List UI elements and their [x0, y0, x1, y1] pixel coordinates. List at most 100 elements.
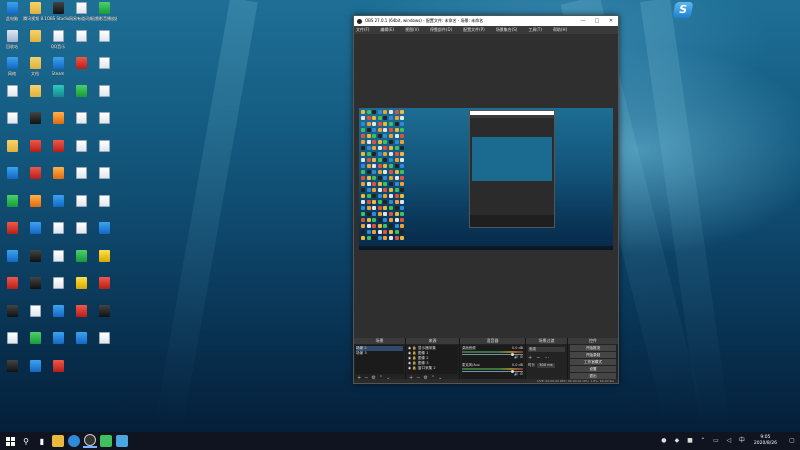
desktop-icon[interactable]	[0, 249, 24, 264]
taskbar-app-explorer[interactable]	[51, 434, 65, 448]
network-icon[interactable]: ▭	[712, 437, 720, 445]
volume-slider[interactable]	[462, 353, 523, 356]
desktop-icon[interactable]	[23, 112, 47, 126]
clock[interactable]: 9:05 2020/8/26	[754, 435, 777, 447]
desktop-icon[interactable]	[23, 194, 47, 209]
taskbar-app-obs[interactable]	[83, 434, 97, 448]
desktop-icon[interactable]	[69, 332, 93, 346]
desktop-icon[interactable]	[46, 304, 70, 319]
desktop-icon[interactable]	[46, 112, 70, 126]
desktop-icon[interactable]	[69, 84, 93, 99]
visibility-icon[interactable]: ◉ 🔒	[408, 361, 418, 365]
app-logo-icon[interactable]: S	[672, 2, 694, 18]
desktop-icon[interactable]	[0, 167, 24, 181]
desktop-icon[interactable]	[0, 194, 24, 209]
desktop-icon[interactable]: QQ音乐	[46, 29, 70, 49]
desktop-icon[interactable]: 网易有道词典	[69, 2, 93, 21]
transition-settings-icon[interactable]: ⋯	[544, 355, 549, 361]
source-item[interactable]: ◉ 🔒 窗口采集 2	[408, 366, 457, 371]
sources-list[interactable]: ◉ 🔒 显示器采集 ◉ 🔒 图像 1 ◉ 🔒 图像 2 ◉ 🔒 图像 3 ◉ 🔒 窗口采…	[407, 345, 458, 374]
menu-item[interactable]: 停靠部件(D)	[430, 27, 452, 33]
desktop-icon[interactable]	[69, 57, 93, 71]
desktop-icon[interactable]	[46, 84, 70, 99]
remove-transition-icon[interactable]: −	[536, 355, 540, 361]
menu-item[interactable]: 编辑(E)	[380, 27, 394, 33]
maximize-icon[interactable]: □	[590, 16, 604, 26]
tray-app-icon[interactable]: ●	[660, 437, 668, 445]
desktop-icon[interactable]	[92, 222, 116, 236]
show-hidden-icons-icon[interactable]: ⌃	[699, 437, 707, 445]
desktop-icon[interactable]	[92, 29, 116, 44]
desktop-icon[interactable]: 迅雷影音播放器	[91, 2, 117, 21]
desktop-icon[interactable]: Steam	[46, 57, 70, 76]
desktop-icon[interactable]	[0, 222, 24, 236]
tray-app-icon[interactable]: ◆	[673, 437, 681, 445]
desktop-icon[interactable]	[46, 222, 70, 236]
desktop-icon[interactable]	[0, 84, 24, 99]
control-button[interactable]: 工作室模式	[570, 359, 616, 365]
desktop-icon[interactable]	[23, 277, 47, 291]
visibility-icon[interactable]: ◉ 🔒	[408, 346, 418, 350]
visibility-icon[interactable]: ◉ 🔒	[408, 366, 418, 370]
desktop-icon[interactable]	[46, 194, 70, 209]
menu-item[interactable]: 配置文件(P)	[463, 27, 485, 33]
desktop-icon[interactable]	[23, 249, 47, 264]
taskbar-app-image[interactable]	[115, 434, 129, 448]
control-button[interactable]: 设置	[570, 366, 616, 372]
control-button[interactable]: 开始推流	[570, 345, 616, 351]
scene-item[interactable]: 场景 3	[356, 351, 403, 356]
obs-window[interactable]: OBS 27.0.1 (64bit, windows) - 配置文件: 未命名 …	[353, 15, 619, 384]
desktop-icon[interactable]	[69, 222, 93, 236]
desktop-icon[interactable]	[92, 139, 116, 154]
desktop-icon[interactable]	[23, 167, 47, 181]
obs-title-bar[interactable]: OBS 27.0.1 (64bit, windows) - 配置文件: 未命名 …	[354, 16, 618, 26]
desktop-icon[interactable]: 网络	[0, 57, 24, 76]
desktop-icon[interactable]	[92, 167, 116, 181]
mute-icon[interactable]: 🔊 ⚙	[514, 372, 523, 376]
desktop-icon[interactable]	[23, 304, 47, 319]
desktop-icon[interactable]: 此电脑	[0, 2, 24, 21]
desktop-icon[interactable]	[92, 332, 116, 346]
transition-select[interactable]: 渐变	[528, 347, 565, 352]
control-button[interactable]: 开始录制	[570, 352, 616, 358]
desktop-icon[interactable]	[92, 277, 116, 291]
desktop-icon[interactable]	[69, 139, 93, 154]
desktop-icon[interactable]	[0, 139, 24, 154]
desktop-icon[interactable]	[69, 112, 93, 126]
desktop-icon[interactable]	[92, 84, 116, 99]
menu-item[interactable]: 帮助(H)	[553, 27, 567, 33]
desktop-icon[interactable]	[92, 249, 116, 264]
desktop-icon[interactable]	[92, 112, 116, 126]
desktop-icon[interactable]: OBS Studio	[46, 2, 70, 21]
volume-icon[interactable]: ◁	[725, 437, 733, 445]
desktop-icon[interactable]	[69, 194, 93, 209]
notification-icon[interactable]: ▢	[788, 437, 796, 445]
volume-slider-handle[interactable]	[510, 353, 514, 356]
desktop-icon[interactable]	[0, 359, 24, 374]
desktop-icon[interactable]	[46, 139, 70, 154]
menu-item[interactable]: 场景集合(S)	[496, 27, 518, 33]
desktop-icon[interactable]	[46, 332, 70, 346]
desktop-icon[interactable]	[0, 277, 24, 291]
menu-item[interactable]: 工具(T)	[528, 27, 542, 33]
desktop-icon[interactable]	[69, 249, 93, 264]
close-icon[interactable]: ✕	[604, 16, 618, 26]
desktop-icon[interactable]	[69, 167, 93, 181]
menu-item[interactable]: 文件(F)	[356, 27, 369, 33]
desktop-icon[interactable]	[0, 304, 24, 319]
volume-slider[interactable]	[462, 370, 523, 373]
desktop-icon[interactable]	[46, 359, 70, 374]
desktop-icon[interactable]	[23, 84, 47, 99]
input-method-icon[interactable]: 中	[738, 437, 746, 445]
add-transition-icon[interactable]: +	[528, 355, 532, 361]
visibility-icon[interactable]: ◉ 🔒	[408, 356, 418, 360]
search-icon[interactable]: ⚲	[19, 434, 33, 448]
desktop-icon[interactable]	[92, 194, 116, 209]
desktop-icon[interactable]	[23, 29, 47, 44]
desktop-icon[interactable]: 回收站	[0, 29, 24, 49]
duration-input[interactable]: 300 ms	[537, 363, 555, 368]
task-view-icon[interactable]: ▮	[35, 434, 49, 448]
desktop-icon[interactable]	[46, 277, 70, 291]
desktop-icon[interactable]	[69, 304, 93, 319]
desktop-icon[interactable]	[46, 249, 70, 264]
